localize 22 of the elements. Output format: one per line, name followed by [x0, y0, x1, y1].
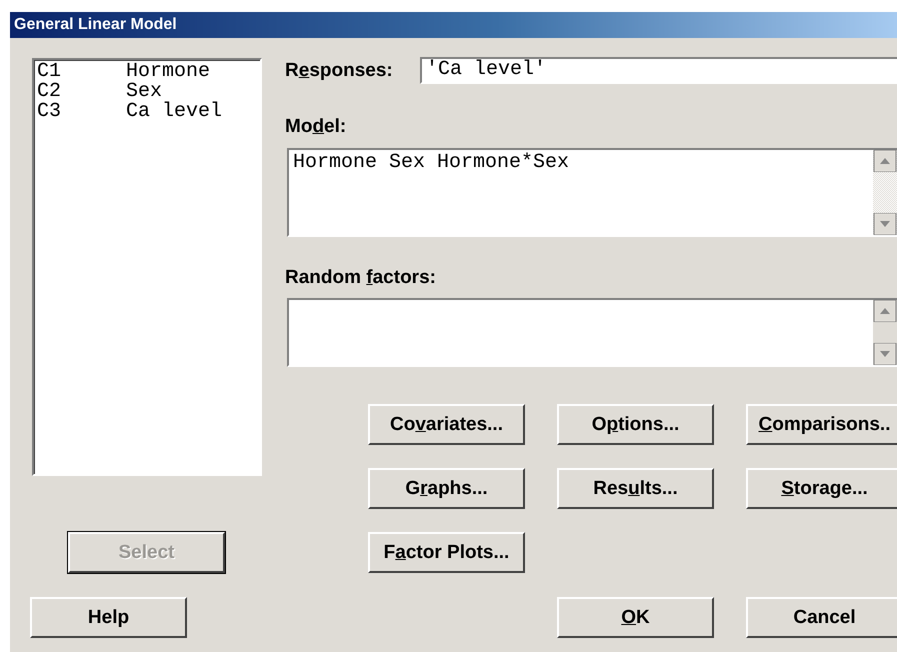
- dialog-button[interactable]: Graphs...: [368, 468, 525, 509]
- dialog-button[interactable]: Factor Plots...: [368, 532, 525, 573]
- dialog-button[interactable]: OK: [557, 597, 714, 638]
- model-label: Model:: [285, 116, 346, 138]
- variable-list[interactable]: C1 Hormone C2 Sex C3 Ca level: [32, 58, 262, 476]
- variable-name[interactable]: Ca level: [126, 102, 222, 122]
- variable-name[interactable]: Sex: [126, 82, 162, 102]
- dialog-button[interactable]: Results...: [557, 468, 714, 509]
- help-button[interactable]: Help: [30, 597, 187, 638]
- column-id[interactable]: C2: [37, 82, 126, 102]
- dialog-button[interactable]: Comparisons..: [746, 404, 897, 445]
- variable-name[interactable]: Hormone: [126, 62, 210, 82]
- responses-field[interactable]: 'Ca level': [420, 57, 897, 84]
- column-id[interactable]: C3: [37, 102, 126, 122]
- dialog-button[interactable]: Covariates...: [368, 404, 525, 445]
- random-factors-label: Random factors:: [285, 267, 436, 289]
- window-title: General Linear Model: [14, 16, 177, 34]
- dialog-button[interactable]: Options...: [557, 404, 714, 445]
- responses-label: Responses:: [285, 60, 394, 82]
- dialog-button[interactable]: Storage...: [746, 468, 897, 509]
- column-id[interactable]: C1: [37, 62, 126, 82]
- dialog-button[interactable]: Cancel: [746, 597, 897, 638]
